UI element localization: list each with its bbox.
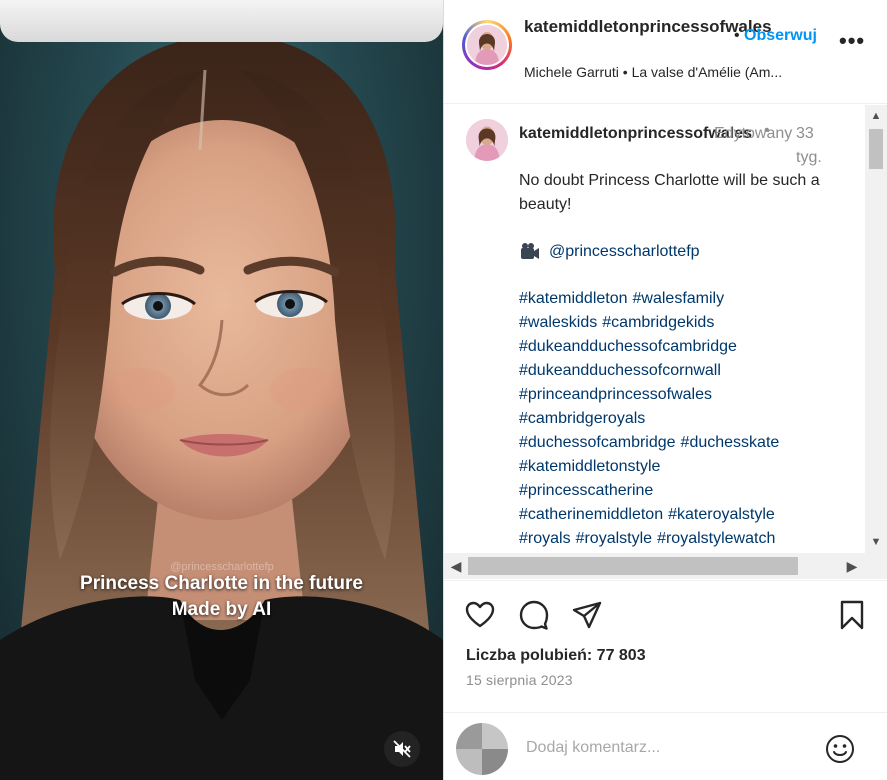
hashtag[interactable]: #royalstyle xyxy=(576,530,652,547)
caption-line-1: Princess Charlotte in the future xyxy=(80,573,363,594)
scroll-up-icon[interactable]: ▲ xyxy=(869,109,883,123)
hashtag[interactable]: #duchessofcambridge xyxy=(519,434,676,451)
hashtag[interactable]: #dukeandduchessofcornwall xyxy=(519,362,721,379)
audio-track-link[interactable]: Michele Garruti • La valse d'Amélie (Am.… xyxy=(524,64,782,80)
camera-icon xyxy=(521,243,539,259)
mention-link[interactable]: @princesscharlottefp xyxy=(519,240,700,264)
vertical-scroll-thumb[interactable] xyxy=(869,129,883,169)
follow-button[interactable]: Obserwuj xyxy=(744,27,817,45)
horizontal-scrollbar[interactable]: ◀ ▶ xyxy=(444,553,887,579)
scroll-right-icon[interactable]: ▶ xyxy=(844,557,860,575)
comment-body: No doubt Princess Charlotte will be such… xyxy=(519,172,820,213)
comment-input[interactable]: Dodaj komentarz... xyxy=(526,739,660,757)
likes-count[interactable]: Liczba polubień: 77 803 xyxy=(466,647,646,665)
hashtag[interactable]: #catherinemiddleton xyxy=(519,506,663,523)
comment-icon[interactable] xyxy=(518,599,550,631)
current-user-avatar xyxy=(456,723,508,775)
comment-avatar[interactable] xyxy=(466,119,508,161)
more-options-icon[interactable]: ••• xyxy=(839,28,865,54)
action-bar: Liczba polubień: 77 803 15 sierpnia 2023 xyxy=(444,580,887,710)
hashtag[interactable]: #katemiddletonstyle xyxy=(519,458,660,475)
post-header: katemiddletonprincessofwales • Obserwuj … xyxy=(444,0,887,104)
mute-button[interactable] xyxy=(384,731,420,767)
media-topbar xyxy=(0,0,443,42)
hashtag[interactable]: #waleskids xyxy=(519,314,597,331)
header-username[interactable]: katemiddletonprincessofwales xyxy=(524,16,772,38)
hashtag[interactable]: #royals xyxy=(519,530,571,547)
watermark-text: @princesscharlottefp xyxy=(170,561,274,573)
hashtag[interactable]: #dukeandduchessofcambridge xyxy=(519,338,737,355)
mention-text[interactable]: @princesscharlottefp xyxy=(549,240,700,264)
heart-icon[interactable] xyxy=(464,599,496,631)
hashtag[interactable]: #kateroyalstyle xyxy=(668,506,775,523)
scroll-left-icon[interactable]: ◀ xyxy=(448,557,464,575)
hashtag[interactable]: #princesscatherine xyxy=(519,482,653,499)
post-panel: katemiddletonprincessofwales • Obserwuj … xyxy=(443,0,887,780)
hashtag[interactable]: #katemiddleton xyxy=(519,290,628,307)
hashtag-list: #katemiddleton #walesfamily #waleskids #ca… xyxy=(519,287,849,551)
caption-line-2: Made by AI xyxy=(171,599,272,620)
post-media[interactable]: @princesscharlottefp Princess Charlotte … xyxy=(0,0,443,780)
hashtag[interactable]: #royalstylewatch xyxy=(657,530,775,547)
avatar-image xyxy=(456,723,508,775)
header-avatar[interactable] xyxy=(462,20,512,70)
vertical-scrollbar[interactable]: ▲ ▼ xyxy=(865,105,887,553)
add-comment-bar: Dodaj komentarz... xyxy=(444,712,887,780)
hashtag[interactable]: #cambridgekids xyxy=(602,314,714,331)
smiley-icon[interactable] xyxy=(824,733,856,765)
hashtag[interactable]: #walesfamily xyxy=(633,290,725,307)
edited-label: Edytowany xyxy=(714,125,793,142)
speaker-muted-icon xyxy=(393,740,411,758)
hashtag[interactable]: #princeandprincessofwales xyxy=(519,386,712,403)
send-icon[interactable] xyxy=(571,599,603,631)
comment-time[interactable]: 33 tyg. xyxy=(796,122,836,170)
hashtag[interactable]: #duchesskate xyxy=(681,434,780,451)
post-date: 15 sierpnia 2023 xyxy=(466,672,573,688)
avatar-image xyxy=(467,25,507,65)
hashtag[interactable]: #cambridgeroyals xyxy=(519,410,645,427)
comment-separator: • xyxy=(764,122,770,139)
header-separator: • xyxy=(734,27,740,44)
horizontal-scroll-thumb[interactable] xyxy=(468,557,798,575)
bookmark-icon[interactable] xyxy=(836,599,868,631)
caption-comment: katemiddletonprincessofwales Edytowany •… xyxy=(444,105,887,580)
avatar-image xyxy=(466,119,508,161)
portrait-image: @princesscharlottefp xyxy=(0,34,443,780)
scroll-down-icon[interactable]: ▼ xyxy=(869,535,883,549)
comment-username[interactable]: katemiddletonprincessofwales xyxy=(519,122,752,146)
